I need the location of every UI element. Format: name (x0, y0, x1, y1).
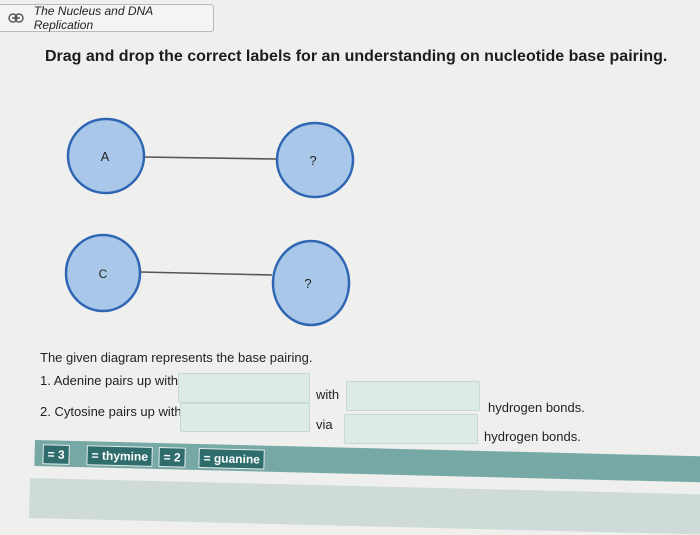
base-label: A (101, 149, 110, 164)
drop-zone-adenine-bonds[interactable] (346, 381, 480, 411)
label-chip-3[interactable]: = 3 (42, 444, 70, 465)
label-chip-2[interactable]: = 2 (158, 447, 186, 468)
drop-zone-cytosine-partner[interactable] (180, 403, 310, 432)
pair-bond-line (139, 271, 273, 276)
diagram-description: The given diagram represents the base pa… (40, 350, 313, 365)
statement-1-suffix: hydrogen bonds. (488, 400, 585, 415)
statement-1-connector: with (316, 387, 340, 402)
statement-2-suffix: hydrogen bonds. (484, 429, 581, 444)
label-chip-guanine[interactable]: = guanine (198, 448, 266, 470)
label-chip-thymine[interactable]: = thymine (86, 445, 154, 467)
drop-zone-cytosine-bonds[interactable] (344, 414, 478, 444)
base-label: C (99, 267, 108, 281)
base-label: ? (304, 276, 311, 291)
statement-1-text: 1. Adenine pairs up with (40, 373, 179, 388)
statement-2-text: 2. Cytosine pairs up with (40, 404, 182, 419)
pair-bond-line (142, 156, 277, 160)
drop-zone-adenine-partner[interactable] (178, 373, 310, 403)
statement-2-connector: via (316, 417, 333, 432)
base-label: ? (309, 153, 316, 168)
